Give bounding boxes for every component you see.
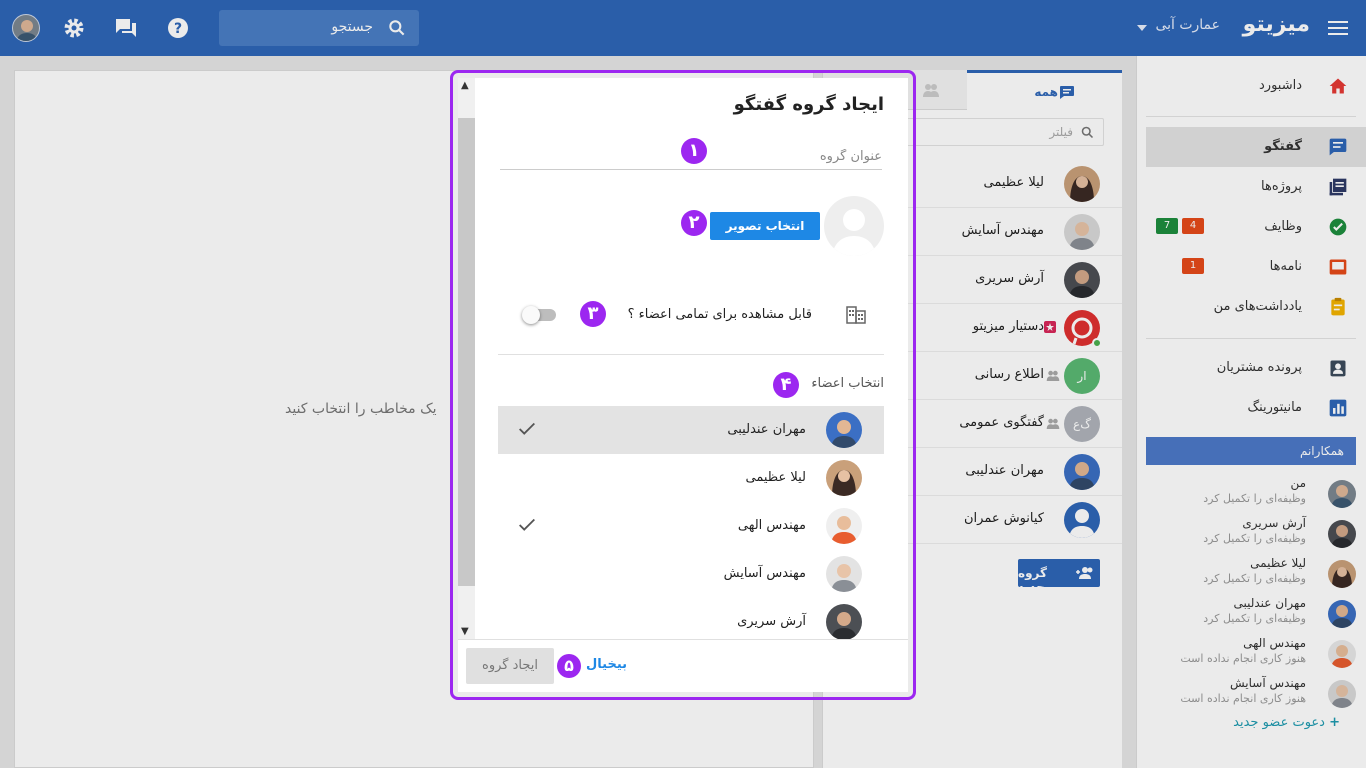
check-icon [519, 422, 535, 435]
member-row[interactable]: مهندس الهی [498, 502, 884, 550]
avatar [826, 604, 862, 640]
cancel-button[interactable]: بیخیال [586, 657, 627, 672]
building-icon [846, 306, 866, 324]
dialog-scrollbar[interactable]: ▲ ▼ [458, 78, 475, 639]
step-marker-1: ۱ [681, 138, 707, 164]
dialog-title: ایجاد گروه گفتگو [733, 94, 884, 115]
member-name: مهندس الهی [737, 518, 806, 533]
member-name: لیلا عظیمی [745, 470, 806, 485]
avatar [826, 412, 862, 448]
check-icon [519, 518, 535, 531]
member-row[interactable]: لیلا عظیمی [498, 454, 884, 502]
visibility-toggle[interactable] [522, 306, 558, 324]
step-marker-4: ۴ [773, 372, 799, 398]
member-name: مهندس آسایش [723, 566, 806, 581]
group-avatar-placeholder[interactable] [824, 196, 884, 256]
avatar [826, 508, 862, 544]
create-group-dialog: ▲ ▼ ایجاد گروه گفتگو ۱ انتخاب تصویر نشان… [458, 78, 908, 692]
avatar [826, 556, 862, 592]
step-marker-5: ۵ [557, 654, 581, 678]
scroll-up-icon[interactable]: ▲ [461, 80, 469, 91]
avatar [826, 460, 862, 496]
create-group-button[interactable]: ایجاد گروه [466, 648, 554, 684]
member-row[interactable]: مهران عندلیبی [498, 406, 884, 454]
scrollbar-thumb[interactable] [458, 118, 475, 586]
step-marker-3: ۳ [580, 301, 606, 327]
step-marker-2: ۲ [681, 210, 707, 236]
member-name: آرش سریری [737, 614, 806, 629]
scroll-down-icon[interactable]: ▼ [461, 626, 469, 637]
member-name: مهران عندلیبی [727, 422, 806, 437]
member-row[interactable]: مهندس آسایش [498, 550, 884, 598]
dialog-footer: ایجاد گروه ۵ بیخیال [458, 639, 908, 692]
members-label: انتخاب اعضاء [811, 376, 884, 391]
visibility-row: قابل مشاهده برای تمامی اعضاء ؟ [498, 296, 884, 336]
pick-icon-button[interactable]: انتخاب تصویر نشانه [710, 212, 820, 261]
visibility-label: قابل مشاهده برای تمامی اعضاء ؟ [627, 307, 812, 322]
